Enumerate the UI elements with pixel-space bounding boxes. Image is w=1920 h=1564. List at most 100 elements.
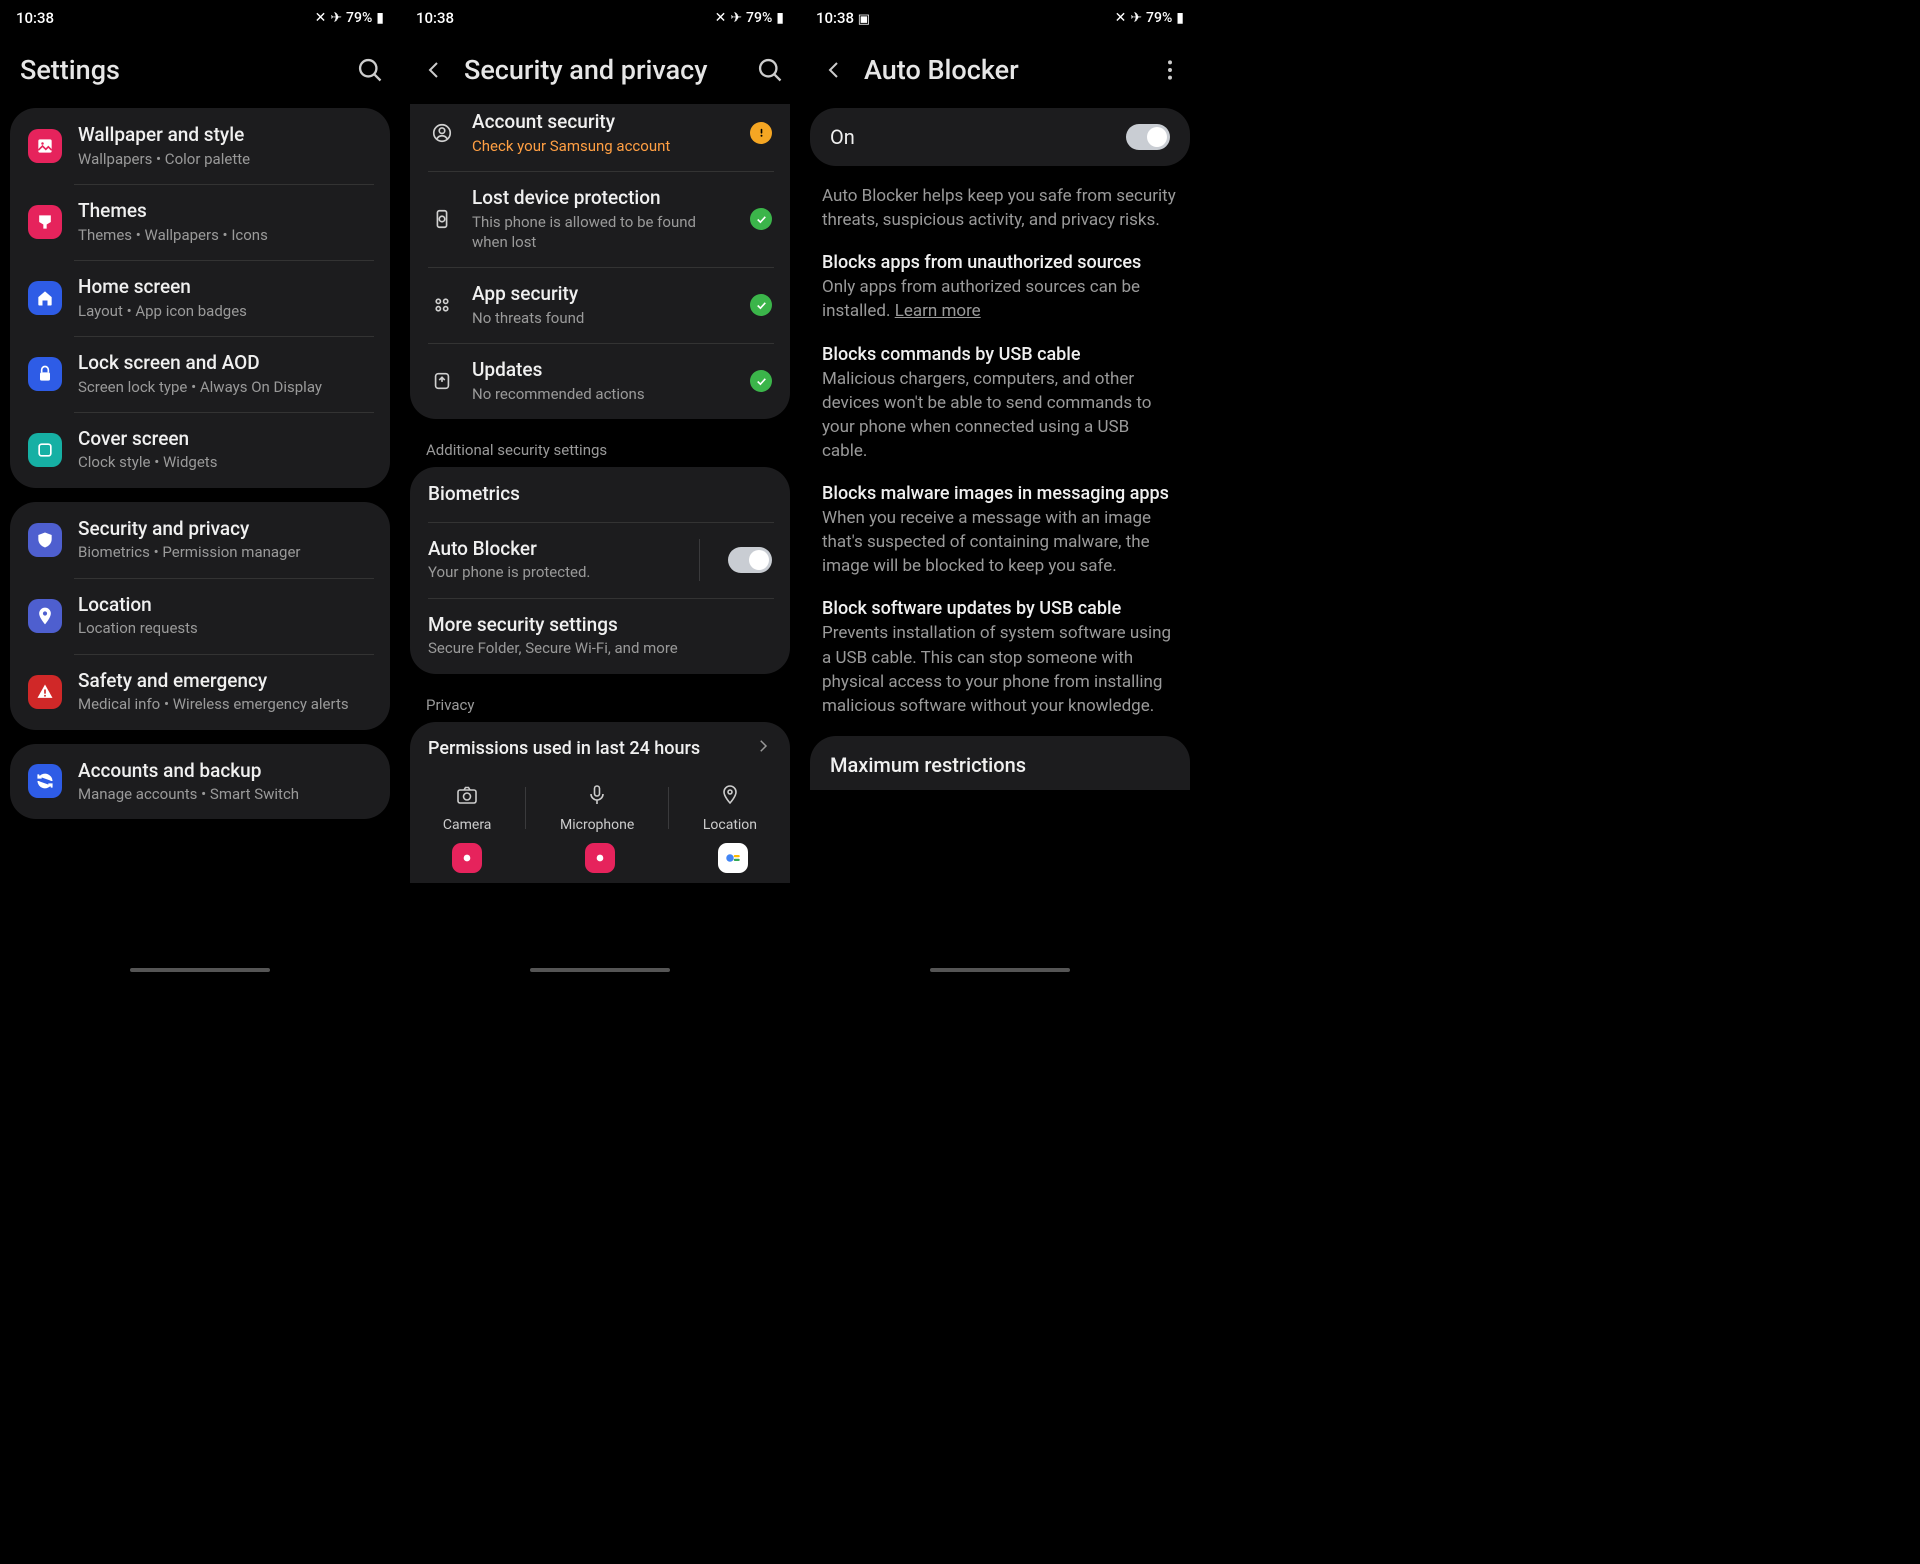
row-body: Location Location requests <box>78 593 372 639</box>
row-app-security[interactable]: App security No threats found <box>410 267 790 343</box>
row-sub: Themes • Wallpapers • Icons <box>78 225 372 245</box>
max-restrictions-card[interactable]: Maximum restrictions <box>810 736 1190 790</box>
row-auto-blocker[interactable]: Auto Blocker Your phone is protected. <box>410 522 790 598</box>
location-pin-icon <box>718 783 742 811</box>
more-icon <box>1156 56 1184 84</box>
row-location[interactable]: Location Location requests <box>10 578 390 654</box>
home-indicator[interactable] <box>130 968 270 972</box>
row-title: Location <box>78 593 372 618</box>
row-sub: Medical info • Wireless emergency alerts <box>78 694 372 714</box>
header: Settings <box>0 36 400 108</box>
status-time: 10:38 <box>416 9 454 27</box>
mute-icon: ✕ <box>1115 10 1127 26</box>
status-bar: 10:38 ✕ ✈ 79% ▮ <box>0 0 400 36</box>
header: Security and privacy <box>400 36 800 108</box>
row-title: Biometrics <box>428 482 772 507</box>
row-title: Cover screen <box>78 427 372 452</box>
settings-group-2: Security and privacy Biometrics • Permis… <box>10 502 390 730</box>
row-cover-screen[interactable]: Cover screen Clock style • Widgets <box>10 412 390 488</box>
row-body: Lost device protection This phone is all… <box>472 186 734 252</box>
search-icon <box>756 56 784 84</box>
back-button[interactable] <box>420 56 448 84</box>
max-title: Maximum restrictions <box>830 752 1170 778</box>
app-icon-1[interactable] <box>452 843 482 873</box>
permissions-card: Permissions used in last 24 hours Camera… <box>410 722 790 883</box>
row-biometrics[interactable]: Biometrics <box>410 467 790 522</box>
row-sub: Your phone is protected. <box>428 562 679 582</box>
status-ok-icon <box>750 370 772 392</box>
on-toggle-card: On <box>810 108 1190 166</box>
info-body-3: When you receive a message with an image… <box>822 506 1178 578</box>
sync-icon <box>28 764 62 798</box>
cover-icon <box>28 433 62 467</box>
row-body: Wallpaper and style Wallpapers • Color p… <box>78 123 372 169</box>
mic-icon <box>585 783 609 811</box>
on-toggle[interactable] <box>1126 124 1170 150</box>
row-title: Themes <box>78 199 372 224</box>
divider <box>699 539 700 581</box>
perm-camera[interactable]: Camera <box>443 783 492 833</box>
search-button[interactable] <box>356 56 384 84</box>
section-additional: Additional security settings <box>400 433 800 467</box>
row-body: Cover screen Clock style • Widgets <box>78 427 372 473</box>
battery-text: 79% <box>746 10 772 26</box>
row-body: Biometrics <box>428 482 772 507</box>
row-title: Safety and emergency <box>78 669 372 694</box>
row-updates[interactable]: Updates No recommended actions <box>410 343 790 419</box>
emergency-icon <box>28 675 62 709</box>
row-body: Account security Check your Samsung acco… <box>472 110 734 156</box>
row-title: Accounts and backup <box>78 759 372 784</box>
status-bar: 10:38 ✕ ✈ 79% ▮ <box>400 0 800 36</box>
back-button[interactable] <box>820 56 848 84</box>
header: Auto Blocker <box>800 36 1200 108</box>
app-icon-3[interactable] <box>718 843 748 873</box>
app-icon-2[interactable] <box>585 843 615 873</box>
row-sub: Location requests <box>78 618 372 638</box>
row-themes[interactable]: Themes Themes • Wallpapers • Icons <box>10 184 390 260</box>
themes-icon <box>28 205 62 239</box>
row-sub: Clock style • Widgets <box>78 452 372 472</box>
search-icon <box>356 56 384 84</box>
row-sub: Wallpapers • Color palette <box>78 149 372 169</box>
airplane-icon: ✈ <box>1130 10 1142 26</box>
row-wallpaper[interactable]: Wallpaper and style Wallpapers • Color p… <box>10 108 390 184</box>
row-sub: This phone is allowed to be found when l… <box>472 212 734 253</box>
row-home-screen[interactable]: Home screen Layout • App icon badges <box>10 260 390 336</box>
search-button[interactable] <box>756 56 784 84</box>
divider <box>525 787 526 829</box>
row-more-security[interactable]: More security settings Secure Folder, Se… <box>410 598 790 674</box>
status-time: 10:38 <box>16 9 54 27</box>
info-title-2: Blocks commands by USB cable <box>822 344 1178 365</box>
home-indicator[interactable] <box>530 968 670 972</box>
home-indicator[interactable] <box>930 968 1070 972</box>
row-lock-screen[interactable]: Lock screen and AOD Screen lock type • A… <box>10 336 390 412</box>
row-sub: Screen lock type • Always On Display <box>78 377 372 397</box>
more-button[interactable] <box>1156 56 1184 84</box>
row-body: Updates No recommended actions <box>472 358 734 404</box>
row-body: Safety and emergency Medical info • Wire… <box>78 669 372 715</box>
row-title: Updates <box>472 358 734 383</box>
perm-microphone[interactable]: Microphone <box>560 783 634 833</box>
battery-icon: ▮ <box>776 10 784 26</box>
airplane-icon: ✈ <box>730 10 742 26</box>
battery-text: 79% <box>346 10 372 26</box>
row-sub: Check your Samsung account <box>472 136 734 156</box>
row-safety-emergency[interactable]: Safety and emergency Medical info • Wire… <box>10 654 390 730</box>
apps-icon <box>428 294 456 316</box>
perm-location[interactable]: Location <box>703 783 757 833</box>
row-body: Accounts and backup Manage accounts • Sm… <box>78 759 372 805</box>
row-accounts-backup[interactable]: Accounts and backup Manage accounts • Sm… <box>10 744 390 820</box>
lock-icon <box>28 357 62 391</box>
row-lost-device[interactable]: Lost device protection This phone is all… <box>410 171 790 267</box>
row-account-security[interactable]: Account security Check your Samsung acco… <box>410 104 790 171</box>
row-permissions[interactable]: Permissions used in last 24 hours <box>410 722 790 775</box>
status-right: ✕ ✈ 79% ▮ <box>715 10 784 26</box>
page-title: Settings <box>20 54 340 86</box>
row-title: Auto Blocker <box>428 537 679 562</box>
location-icon <box>28 599 62 633</box>
info-block: Auto Blocker helps keep you safe from se… <box>800 170 1200 722</box>
learn-more-link[interactable]: Learn more <box>895 301 981 321</box>
row-security-privacy[interactable]: Security and privacy Biometrics • Permis… <box>10 502 390 578</box>
account-icon <box>428 122 456 144</box>
auto-blocker-toggle[interactable] <box>728 547 772 573</box>
